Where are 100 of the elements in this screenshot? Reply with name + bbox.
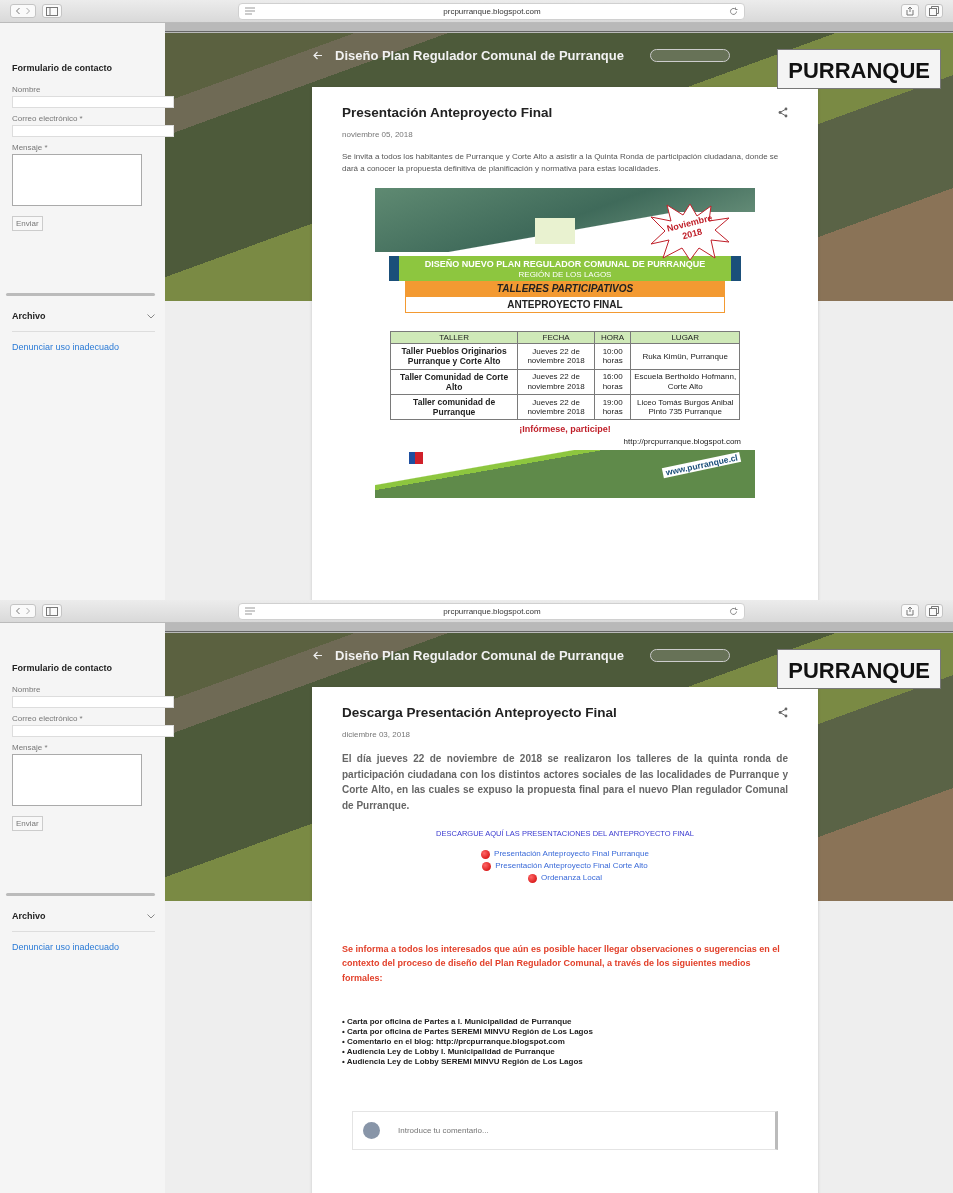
- reload-icon: [729, 6, 738, 16]
- forward-icon: [24, 607, 32, 615]
- avatar-icon: [363, 1122, 380, 1140]
- bullet-icon: [528, 873, 538, 883]
- headline-text: DISEÑO NUEVO PLAN REGULADOR COMUNAL DE PURRANQUE: [424, 258, 706, 269]
- send-button[interactable]: Enviar: [12, 216, 43, 231]
- address-bar[interactable]: prcpurranque.blogspot.com: [238, 602, 745, 620]
- channel-item: • Audiencia Ley de Lobby SEREMI MINVU Región de Los Lagos: [342, 1057, 584, 1067]
- sidebar-icon: [46, 606, 58, 616]
- sidebar-button[interactable]: [42, 604, 62, 618]
- channel-item: • Carta por oficina de Partes SEREMI MINVU Región de Los Lagos: [342, 1027, 594, 1037]
- bullet-icon: [481, 849, 491, 859]
- field-label: Correo electrónico *: [12, 114, 84, 123]
- report-link[interactable]: Denunciar uso inadecuado: [12, 942, 165, 952]
- back-arrow-icon: [313, 50, 323, 60]
- channel-item: • Carta por oficina de Partes a I. Municipalidad de Purranque: [342, 1017, 573, 1027]
- share-icon: [905, 6, 915, 16]
- column-header: HORA: [594, 331, 631, 344]
- back-icon: [14, 607, 22, 615]
- reader-icon: [245, 7, 255, 15]
- table-cell: Ruka Kimün, Purranque: [630, 343, 740, 370]
- column-header: LUGAR: [630, 331, 740, 344]
- post-title[interactable]: Presentación Anteproyecto Final: [342, 105, 553, 120]
- download-link[interactable]: Presentación Anteproyecto Final Corte Alto: [495, 860, 648, 872]
- input-field[interactable]: [12, 696, 174, 708]
- sidebar-button[interactable]: [42, 4, 62, 18]
- back-forward-buttons[interactable]: [10, 604, 36, 618]
- reload-icon: [729, 606, 738, 616]
- chevron-down-icon: [147, 913, 155, 919]
- tabs-icon: [929, 606, 939, 616]
- flag-icon: [409, 452, 423, 465]
- column-header: FECHA: [517, 331, 595, 344]
- post-date: diciembre 03, 2018: [342, 730, 412, 739]
- table-cell: Taller comunidad de Purranque: [390, 394, 518, 420]
- download-link[interactable]: Ordenanza Local: [541, 872, 602, 884]
- bullet-icon: [482, 861, 492, 871]
- table-cell: Taller Pueblos Originarios Purranque y Corte Alto: [390, 343, 518, 370]
- table-cell: 16:00 horas: [594, 369, 631, 395]
- workshop-banner: TALLERES PARTICIPATIVOS: [405, 281, 725, 297]
- back-arrow-icon: [313, 650, 323, 660]
- field-label: Correo electrónico *: [12, 714, 84, 723]
- table-cell: Taller Comunidad de Corte Alto: [390, 369, 518, 395]
- subscribe-button[interactable]: [649, 48, 730, 62]
- input-field[interactable]: [12, 96, 174, 108]
- post-title[interactable]: Descarga Presentación Anteproyecto Final: [342, 705, 617, 720]
- notice-text: Se informa a todos los interesados que aún es posible hacer llegar observaciones o sugerencias en el contexto del proceso de diseño del Plan Regulador Comunal, a través de los siguientes medios formales:: [342, 943, 781, 985]
- share-icon: [905, 606, 915, 616]
- share-icon: [778, 707, 788, 718]
- share-button[interactable]: [901, 604, 919, 618]
- post-text: El día jueves 22 de noviembre de 2018 se realizaron los talleres de la quinta ronda de participación ciudadana con los distintos actores sociales de las localidades de Purranque y Corte Alto, en las cuales se expuso la propuesta final para el nuevo Plan regulador Comunal de Purranque.: [342, 752, 788, 813]
- back-icon: [14, 7, 22, 15]
- table-cell: Jueves 22 de noviembre 2018: [517, 369, 595, 395]
- archive-heading: Archivo: [12, 311, 46, 321]
- table-cell: Escuela Bertholdo Hofmann, Corte Alto: [630, 369, 740, 395]
- message-field[interactable]: [12, 154, 142, 206]
- reader-icon: [245, 607, 255, 615]
- blog-url: http://prcpurranque.blogspot.com: [622, 437, 741, 447]
- message-field[interactable]: [12, 754, 142, 806]
- report-link[interactable]: Denunciar uso inadecuado: [12, 342, 165, 352]
- archive-heading: Archivo: [12, 911, 46, 921]
- form-title: Formulario de contacto: [12, 663, 113, 673]
- field-label: Nombre: [12, 685, 42, 694]
- forward-icon: [24, 7, 32, 15]
- field-label: Mensaje *: [12, 143, 49, 152]
- share-icon: [778, 107, 788, 118]
- tabs-button[interactable]: [925, 4, 943, 18]
- map-label: PURRANQUE: [777, 649, 941, 689]
- blog-title[interactable]: Diseño Plan Regulador Comunal de Purranque: [335, 47, 624, 63]
- column-header: TALLER: [390, 331, 518, 344]
- logo-icon: [535, 217, 575, 244]
- blog-title[interactable]: Diseño Plan Regulador Comunal de Purranque: [335, 647, 624, 663]
- table-cell: 10:00 horas: [594, 343, 631, 370]
- tabs-icon: [929, 6, 939, 16]
- post-date: noviembre 05, 2018: [342, 130, 414, 139]
- input-field[interactable]: [12, 125, 174, 137]
- send-button[interactable]: Enviar: [12, 816, 43, 831]
- table-cell: Jueves 22 de noviembre 2018: [517, 394, 595, 420]
- sidebar-icon: [46, 6, 58, 16]
- chevron-down-icon: [147, 313, 155, 319]
- address-bar[interactable]: prcpurranque.blogspot.com: [238, 2, 745, 20]
- download-link[interactable]: Presentación Anteproyecto Final Purranque: [494, 848, 649, 860]
- channel-item: • Comentario en el blog: http://prcpurranque.blogspot.com: [342, 1037, 566, 1047]
- back-forward-buttons[interactable]: [10, 4, 36, 18]
- post-text: Se invita a todos los habitantes de Purranque y Corte Alto a asistir a la Quinta Ronda de participación ciudadana, donde se dará a conocer la propuesta definitiva de planificación y normativa para estas localidades.: [342, 151, 780, 176]
- scrollbar[interactable]: [6, 293, 155, 296]
- tabs-button[interactable]: [925, 604, 943, 618]
- form-title: Formulario de contacto: [12, 63, 113, 73]
- table-cell: 19:00 horas: [594, 394, 631, 420]
- field-label: Nombre: [12, 85, 42, 94]
- field-label: Mensaje *: [12, 743, 49, 752]
- table-cell: Jueves 22 de noviembre 2018: [517, 343, 595, 370]
- subtitle-banner: ANTEPROYECTO FINAL: [405, 296, 725, 314]
- call-to-action: ¡Infórmese, participe!: [518, 424, 612, 435]
- map-label: PURRANQUE: [777, 49, 941, 89]
- channel-item: • Audiencia Ley de Lobby I. Municipalidad de Purranque: [342, 1047, 556, 1057]
- scrollbar[interactable]: [6, 893, 155, 896]
- share-button[interactable]: [901, 4, 919, 18]
- table-cell: Liceo Tomás Burgos Anibal Pinto 735 Purranque: [630, 394, 740, 420]
- subscribe-button[interactable]: [649, 648, 730, 662]
- input-field[interactable]: [12, 725, 174, 737]
